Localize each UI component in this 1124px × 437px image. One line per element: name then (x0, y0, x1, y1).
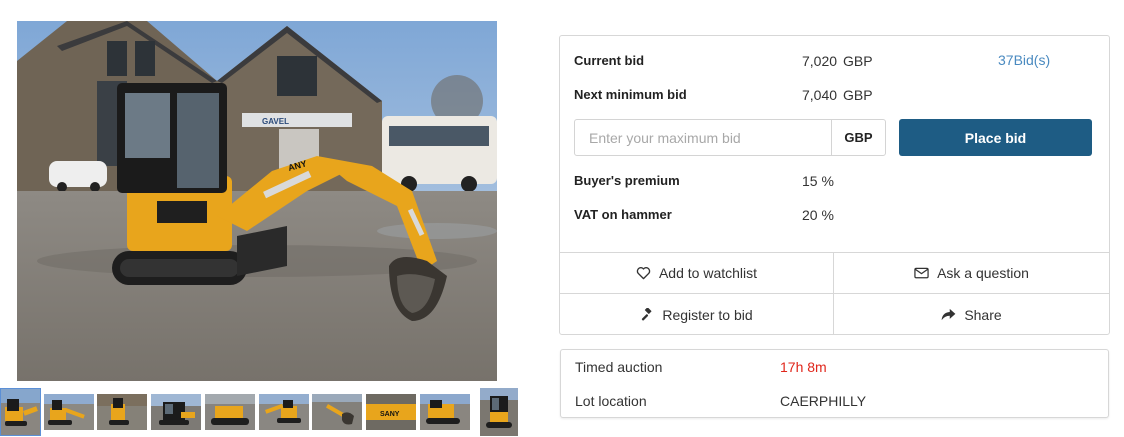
lot-location-value: CAERPHILLY (780, 393, 867, 409)
vat-on-hammer-value: 20 % (802, 207, 834, 223)
ask-a-question-label: Ask a question (937, 265, 1029, 281)
excavator-photo: GAVEL ANY (17, 21, 497, 381)
thumbnail-1[interactable] (0, 388, 41, 436)
thumbnail-8[interactable]: SANY (366, 394, 416, 430)
next-minimum-bid-amount: 7,040 (802, 87, 838, 103)
thumbnail-5[interactable] (205, 394, 255, 430)
thumbnail-10[interactable] (480, 388, 518, 436)
buyers-premium-label: Buyer's premium (574, 173, 680, 188)
currency-addon: GBP (831, 120, 885, 155)
next-minimum-bid-label: Next minimum bid (574, 87, 687, 102)
bid-count-link[interactable]: 37Bid(s) (998, 52, 1050, 68)
share-label: Share (964, 306, 1002, 323)
vat-on-hammer-label: VAT on hammer (574, 207, 672, 222)
thumbnail-4[interactable] (151, 394, 201, 430)
action-grid: Add to watchlist Ask a question Register… (560, 252, 1109, 335)
thumbnail-strip: SANY (0, 388, 530, 437)
next-minimum-bid-currency: GBP (843, 87, 873, 103)
thumbnail-7[interactable] (312, 394, 362, 430)
register-to-bid-button[interactable]: Register to bid (560, 294, 834, 335)
add-to-watchlist-button[interactable]: Add to watchlist (560, 253, 834, 294)
max-bid-field: GBP (574, 119, 886, 156)
next-minimum-bid-value: 7,040 GBP (802, 87, 873, 103)
buyers-premium-value: 15 % (802, 173, 834, 189)
lot-info-panel: Timed auction 17h 8m Lot location CAERPH… (560, 349, 1109, 418)
thumbnail-9[interactable] (420, 394, 470, 430)
bid-panel: Current bid 7,020 GBP 37Bid(s) Next minim… (559, 35, 1110, 335)
max-bid-input[interactable] (575, 120, 832, 155)
thumbnail-6[interactable] (259, 394, 309, 430)
thumbnail-3[interactable] (97, 394, 147, 430)
add-to-watchlist-label: Add to watchlist (658, 265, 758, 281)
share-button[interactable]: Share (834, 294, 1109, 335)
share-icon (941, 308, 956, 321)
envelope-icon (914, 267, 929, 279)
lot-location-label: Lot location (575, 393, 647, 409)
ask-a-question-button[interactable]: Ask a question (834, 253, 1109, 294)
svg-text:SANY: SANY (380, 411, 400, 418)
main-photo[interactable]: GAVEL ANY (17, 21, 497, 381)
register-to-bid-label: Register to bid (662, 306, 753, 323)
place-bid-button[interactable]: Place bid (899, 119, 1092, 156)
heart-icon (636, 266, 651, 280)
gavel-icon (640, 307, 654, 322)
current-bid-currency: GBP (843, 53, 873, 69)
current-bid-amount: 7,020 (802, 53, 838, 69)
current-bid-label: Current bid (574, 53, 645, 68)
sign-text: GAVEL (262, 117, 289, 126)
timed-auction-label: Timed auction (575, 359, 663, 375)
current-bid-value: 7,020 GBP (802, 53, 873, 69)
thumbnail-2[interactable] (44, 394, 94, 430)
time-remaining-value: 17h 8m (780, 359, 827, 375)
